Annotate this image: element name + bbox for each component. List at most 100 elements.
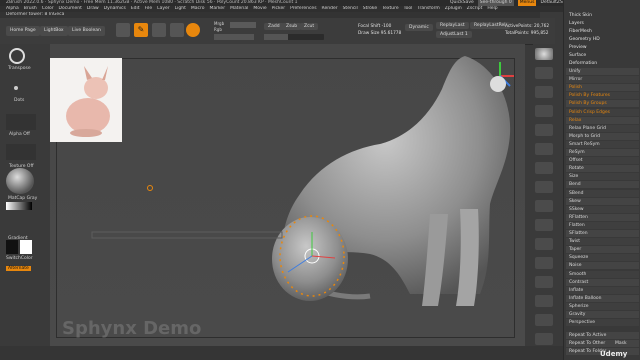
- shelf-ghost-button[interactable]: [535, 295, 553, 307]
- deform-relax-plane-grid[interactable]: Relax Plane Grid: [566, 124, 639, 132]
- total-points-readout: TotalPoints: 995,852: [505, 31, 549, 36]
- shelf-move-button[interactable]: [535, 219, 553, 231]
- shelf-xpose-button[interactable]: [535, 333, 553, 345]
- shelf-spix-button[interactable]: [535, 48, 553, 60]
- alpha-label: Alpha Off: [9, 132, 30, 137]
- deform-skew[interactable]: Skew: [566, 197, 639, 205]
- deform-polish[interactable]: Polish: [566, 84, 639, 92]
- deform-smart-resym[interactable]: Smart ReSym: [566, 140, 639, 148]
- adjust-last-slider[interactable]: AdjustLast 1: [436, 31, 472, 38]
- rotate-mode-button[interactable]: [186, 23, 200, 37]
- zcut-button[interactable]: Zcut: [300, 23, 319, 30]
- cat-reference-photo: [66, 66, 110, 137]
- action-mask[interactable]: Mask: [612, 340, 639, 347]
- deform-polish-by-groups[interactable]: Polish By Groups: [566, 100, 639, 108]
- m-button[interactable]: [230, 22, 256, 28]
- deform-polish-crisp-edges[interactable]: Polish Crisp Edges: [566, 108, 639, 116]
- deform-polish-by-features[interactable]: Polish By Features: [566, 92, 639, 100]
- ghost-rect: [91, 231, 283, 239]
- matcap-label: MatCap Gray: [8, 196, 38, 201]
- shelf-zoom-button[interactable]: [535, 86, 553, 98]
- deform-relax[interactable]: Relax: [566, 116, 639, 124]
- deform-sflatten[interactable]: SFlatten: [566, 230, 639, 237]
- subpalette-surface[interactable]: Surface: [566, 52, 639, 59]
- alpha-thumbnail[interactable]: [6, 114, 36, 130]
- live-boolean-button[interactable]: Live Boolean: [68, 26, 105, 36]
- draw-size-slider[interactable]: Draw Size 95.61778: [358, 31, 401, 36]
- deform-noise[interactable]: Noise: [566, 262, 639, 270]
- draw-mode-button[interactable]: ✎: [134, 23, 148, 37]
- replay-last-rel-button[interactable]: ReplayLastRel: [470, 22, 510, 29]
- rgb-intensity-slider[interactable]: [214, 34, 254, 40]
- action-repeat-to-active[interactable]: Repeat To Active: [566, 332, 639, 339]
- deform-flatten[interactable]: Flatten: [566, 221, 639, 229]
- dynamic-button[interactable]: Dynamic: [405, 24, 433, 31]
- bottom-shelf: [0, 346, 563, 360]
- home-page-button[interactable]: Home Page: [6, 26, 40, 36]
- move-mode-button[interactable]: [152, 23, 166, 37]
- primary-color-swatch[interactable]: [20, 240, 32, 254]
- deform-unify[interactable]: Unify: [566, 68, 639, 75]
- deform-sskew[interactable]: SSkew: [566, 205, 639, 213]
- replay-last-button[interactable]: ReplayLast: [436, 22, 469, 29]
- deform-perspective[interactable]: Perspective: [566, 319, 639, 327]
- shelf-zoomd-button[interactable]: [535, 238, 553, 250]
- matcap-sphere[interactable]: [6, 168, 34, 194]
- deform-bend[interactable]: Bend: [566, 181, 639, 189]
- rgb-button[interactable]: Rgb: [214, 27, 224, 33]
- subpalette-geometry-hd[interactable]: Geometry HD: [566, 36, 639, 43]
- shelf-transp-button[interactable]: [535, 276, 553, 288]
- deform-spherize[interactable]: Spherize: [566, 302, 639, 310]
- deform-contrast[interactable]: Contrast: [566, 278, 639, 286]
- watermark: Sphynx Demo: [62, 318, 202, 339]
- shelf-solo-button[interactable]: [535, 314, 553, 326]
- subpalette-preview[interactable]: Preview: [566, 44, 639, 51]
- subpalette-deformation[interactable]: Deformation: [566, 60, 639, 67]
- subpalette-thick-skin[interactable]: Thick Skin: [566, 12, 639, 19]
- shelf-rotate-button[interactable]: [535, 257, 553, 269]
- deform-gravity[interactable]: Gravity: [566, 311, 639, 318]
- shelf-persp-button[interactable]: [535, 143, 553, 155]
- deform-sbend[interactable]: SBend: [566, 189, 639, 197]
- texture-thumbnail[interactable]: [6, 144, 36, 160]
- lightbox-button[interactable]: LightBox: [40, 26, 68, 36]
- shelf-aahalf-button[interactable]: [535, 124, 553, 136]
- scale-mode-button[interactable]: [170, 23, 184, 37]
- switch-color-label[interactable]: SwitchColor: [6, 256, 33, 261]
- alternate-button[interactable]: Alternate: [6, 266, 31, 271]
- deform-taper[interactable]: Taper: [566, 246, 639, 254]
- gradient-swatch[interactable]: [6, 202, 32, 210]
- shelf-local-button[interactable]: [535, 181, 553, 193]
- udemy-logo: Udemy: [600, 350, 628, 358]
- shelf-scroll-button[interactable]: [535, 67, 553, 79]
- deform-inflate-balloon[interactable]: Inflate Balloon: [566, 294, 639, 302]
- deform-resym[interactable]: ReSym: [566, 149, 639, 156]
- shelf-actual-button[interactable]: [535, 105, 553, 117]
- shelf-frame-button[interactable]: [535, 200, 553, 212]
- deform-smooth[interactable]: Smooth: [566, 270, 639, 278]
- edit-mode-button[interactable]: [116, 23, 130, 37]
- pencil-icon: ✎: [137, 25, 145, 34]
- z-intensity-slider[interactable]: [264, 34, 324, 40]
- deform-morph-to-grid[interactable]: Morph to Grid: [566, 132, 639, 140]
- deform-twist[interactable]: Twist: [566, 238, 639, 246]
- deform-rotate[interactable]: Rotate: [566, 165, 639, 173]
- zadd-button[interactable]: Zadd: [264, 23, 284, 30]
- shelf-floor-button[interactable]: [535, 162, 553, 174]
- dots-stroke-icon[interactable]: [14, 86, 18, 90]
- secondary-color-swatch[interactable]: [6, 240, 18, 254]
- focal-shift-slider[interactable]: Focal Shift -100: [358, 24, 391, 29]
- subpalette-layers[interactable]: Layers: [566, 20, 639, 27]
- subpalette-fibermesh[interactable]: FiberMesh: [566, 28, 639, 35]
- zsub-button[interactable]: Zsub: [282, 23, 302, 30]
- deform-size[interactable]: Size: [566, 173, 639, 181]
- deform-rflatten[interactable]: RFlatten: [566, 213, 639, 221]
- deform-squeeze[interactable]: Squeeze: [566, 254, 639, 262]
- deform-inflate[interactable]: Inflate: [566, 286, 639, 294]
- deform-offset[interactable]: Offset: [566, 157, 639, 165]
- transpose-icon[interactable]: [9, 48, 25, 64]
- left-tray: Transpose Dots Alpha Off Texture Off Mat…: [0, 44, 50, 360]
- axis-navigator[interactable]: [480, 56, 520, 96]
- pivot-marker: [147, 185, 153, 191]
- deform-mirror[interactable]: Mirror: [566, 76, 639, 84]
